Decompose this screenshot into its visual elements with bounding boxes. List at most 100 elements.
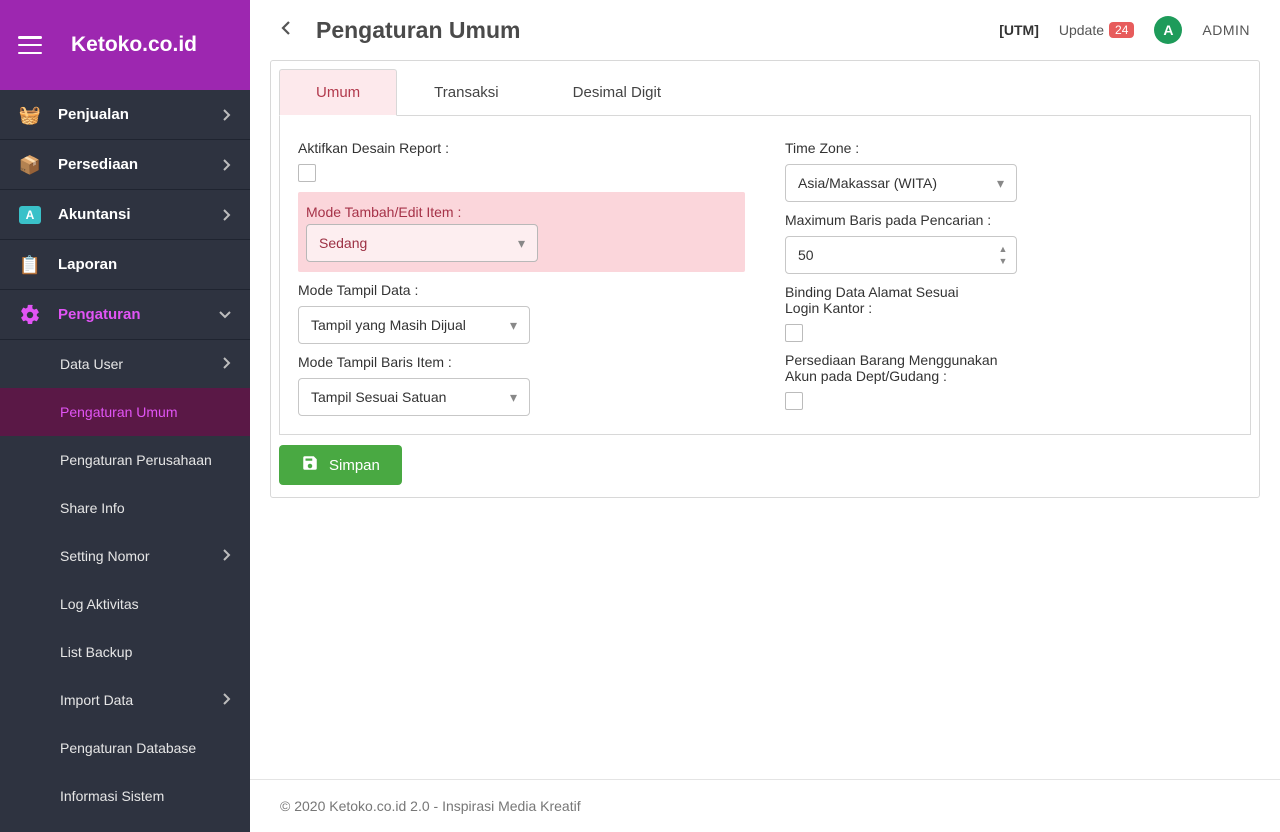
checkbox-aktifkan-report[interactable] [298, 164, 316, 182]
sub-item-label: Pengaturan Perusahaan [60, 452, 212, 468]
sub-item-list-backup[interactable]: List Backup [0, 628, 250, 676]
chevron-right-icon [222, 548, 232, 565]
checkbox-persediaan-akun[interactable] [785, 392, 803, 410]
sub-item-label: Share Info [60, 500, 125, 516]
brand-bar: Ketoko.co.id [0, 0, 250, 90]
chevron-down-icon [218, 310, 232, 320]
sidebar-item-label: Persediaan [58, 156, 206, 173]
number-spinner: ▲ ▼ [994, 243, 1012, 267]
chevron-down-icon: ▾ [510, 317, 517, 334]
chevron-down-icon: ▾ [518, 235, 525, 252]
label-binding-alamat: Binding Data Alamat Sesuai Login Kantor … [785, 284, 995, 316]
update-label: Update [1059, 22, 1104, 38]
sub-item-share-info[interactable]: Share Info [0, 484, 250, 532]
sub-item-label: Setting Nomor [60, 548, 149, 564]
chevron-right-icon [222, 108, 232, 122]
save-button-label: Simpan [329, 457, 380, 474]
save-button[interactable]: Simpan [279, 445, 402, 485]
card: Umum Transaksi Desimal Digit Aktifkan De… [270, 60, 1260, 498]
page-title: Pengaturan Umum [316, 17, 520, 44]
sidebar-subnav-pengaturan: Data User Pengaturan Umum Pengaturan Per… [0, 340, 250, 820]
content: Umum Transaksi Desimal Digit Aktifkan De… [250, 60, 1280, 779]
label-mode-tampil-data: Mode Tampil Data : [298, 282, 745, 298]
sub-item-label: List Backup [60, 644, 132, 660]
sidebar-item-laporan[interactable]: 📋 Laporan [0, 240, 250, 290]
sub-item-label: Import Data [60, 692, 133, 708]
select-value: Tampil yang Masih Dijual [311, 317, 510, 333]
chevron-right-icon [222, 692, 232, 709]
sub-item-import-data[interactable]: Import Data [0, 676, 250, 724]
label-mode-tambah: Mode Tambah/Edit Item : [306, 204, 737, 220]
brand-name: Ketoko.co.id [60, 33, 232, 57]
sub-item-log-aktivitas[interactable]: Log Aktivitas [0, 580, 250, 628]
label-persediaan-akun: Persediaan Barang Menggunakan Akun pada … [785, 352, 1005, 384]
sidebar-item-persediaan[interactable]: 📦 Persediaan [0, 140, 250, 190]
label-timezone: Time Zone : [785, 140, 1232, 156]
spinner-up-icon[interactable]: ▲ [994, 243, 1012, 255]
sidebar-item-label: Akuntansi [58, 206, 206, 223]
chevron-right-icon [222, 158, 232, 172]
sub-item-data-user[interactable]: Data User [0, 340, 250, 388]
field-mode-tambah-highlight: Mode Tambah/Edit Item : Sedang ▾ [298, 192, 745, 272]
sidebar-item-akuntansi[interactable]: A Akuntansi [0, 190, 250, 240]
utm-badge: [UTM] [999, 22, 1039, 38]
update-count-badge: 24 [1109, 22, 1134, 38]
chevron-down-icon: ▾ [510, 389, 517, 406]
gear-icon [18, 303, 42, 327]
select-timezone[interactable]: Asia/Makassar (WITA) ▾ [785, 164, 1017, 202]
sub-item-pengaturan-database[interactable]: Pengaturan Database [0, 724, 250, 772]
sub-item-label: Log Aktivitas [60, 596, 139, 612]
topbar: Pengaturan Umum [UTM] Update 24 A ADMIN [250, 0, 1280, 60]
avatar[interactable]: A [1154, 16, 1182, 44]
sub-item-label: Pengaturan Umum [60, 404, 178, 420]
label-aktifkan-report: Aktifkan Desain Report : [298, 140, 745, 156]
tab-umum[interactable]: Umum [279, 69, 397, 116]
basket-icon: 🧺 [18, 103, 42, 127]
sub-item-informasi-sistem[interactable]: Informasi Sistem [0, 772, 250, 820]
hamburger-icon[interactable] [18, 36, 42, 54]
sub-item-setting-nomor[interactable]: Setting Nomor [0, 532, 250, 580]
select-mode-tambah[interactable]: Sedang ▾ [306, 224, 538, 262]
chevron-right-icon [222, 208, 232, 222]
box-icon: 📦 [18, 153, 42, 177]
sidebar-item-pengaturan[interactable]: Pengaturan [0, 290, 250, 340]
tab-transaksi[interactable]: Transaksi [397, 69, 535, 115]
label-max-baris: Maximum Baris pada Pencarian : [785, 212, 1232, 228]
user-name: ADMIN [1202, 22, 1250, 38]
sub-item-pengaturan-umum[interactable]: Pengaturan Umum [0, 388, 250, 436]
sidebar: Ketoko.co.id 🧺 Penjualan 📦 Persediaan A … [0, 0, 250, 832]
sub-item-label: Informasi Sistem [60, 788, 164, 804]
tab-desimal-digit[interactable]: Desimal Digit [536, 69, 698, 115]
select-value: Tampil Sesuai Satuan [311, 389, 510, 405]
save-icon [301, 454, 319, 476]
main: Pengaturan Umum [UTM] Update 24 A ADMIN … [250, 0, 1280, 832]
checkbox-binding-alamat[interactable] [785, 324, 803, 342]
clipboard-icon: 📋 [18, 253, 42, 277]
sidebar-item-label: Pengaturan [58, 306, 202, 323]
sidebar-item-label: Laporan [58, 256, 232, 273]
sidebar-item-label: Penjualan [58, 106, 206, 123]
spinner-down-icon[interactable]: ▼ [994, 255, 1012, 267]
form-column-left: Aktifkan Desain Report : Mode Tambah/Edi… [298, 134, 745, 416]
update-button[interactable]: Update 24 [1059, 22, 1135, 38]
footer: © 2020 Ketoko.co.id 2.0 - Inspirasi Medi… [250, 779, 1280, 832]
sidebar-item-penjualan[interactable]: 🧺 Penjualan [0, 90, 250, 140]
tab-body-umum: Aktifkan Desain Report : Mode Tambah/Edi… [279, 116, 1251, 435]
select-value: Sedang [319, 235, 518, 251]
select-mode-tampil-data[interactable]: Tampil yang Masih Dijual ▾ [298, 306, 530, 344]
sub-item-pengaturan-perusahaan[interactable]: Pengaturan Perusahaan [0, 436, 250, 484]
ledger-icon: A [18, 203, 42, 227]
select-mode-tampil-baris[interactable]: Tampil Sesuai Satuan ▾ [298, 378, 530, 416]
sub-item-label: Data User [60, 356, 123, 372]
nav: 🧺 Penjualan 📦 Persediaan A Akuntansi [0, 90, 250, 820]
form-column-right: Time Zone : Asia/Makassar (WITA) ▾ Maxim… [785, 134, 1232, 416]
label-mode-tampil-baris: Mode Tampil Baris Item : [298, 354, 745, 370]
select-value: Asia/Makassar (WITA) [798, 175, 997, 191]
chevron-right-icon [222, 356, 232, 373]
input-max-baris[interactable]: 50 ▲ ▼ [785, 236, 1017, 274]
input-value: 50 [798, 247, 994, 263]
sub-item-label: Pengaturan Database [60, 740, 196, 756]
chevron-down-icon: ▾ [997, 175, 1004, 192]
tabs: Umum Transaksi Desimal Digit [279, 69, 1251, 116]
back-button[interactable] [280, 20, 292, 41]
